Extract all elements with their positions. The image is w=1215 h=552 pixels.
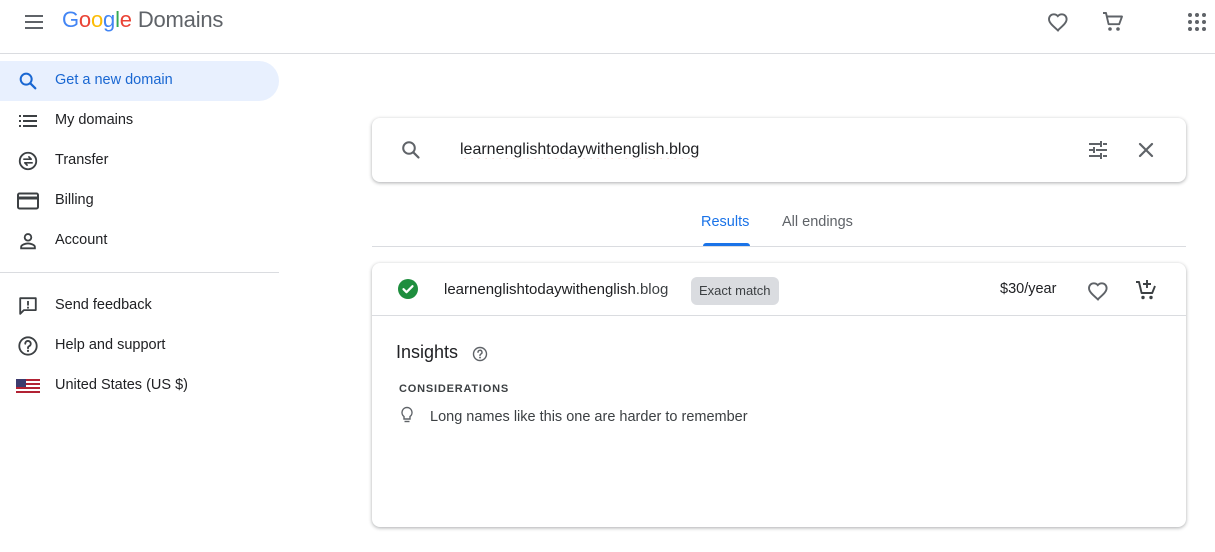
sidebar-item-label: Help and support	[55, 337, 166, 353]
sidebar-item-billing[interactable]: Billing	[0, 181, 279, 221]
favorites-button[interactable]	[1044, 8, 1072, 36]
domain-search-box	[372, 118, 1186, 182]
main-menu-button[interactable]	[20, 8, 50, 36]
sidebar-item-transfer[interactable]: Transfer	[0, 141, 279, 181]
active-tab-indicator	[703, 243, 750, 246]
lightbulb-icon	[399, 406, 415, 424]
insights-help-icon[interactable]	[472, 346, 488, 362]
add-to-favorites-heart-icon[interactable]	[1086, 279, 1110, 303]
person-icon	[16, 229, 40, 253]
sidebar-item-get-new-domain[interactable]: Get a new domain	[0, 61, 279, 101]
clear-search-icon[interactable]	[1134, 138, 1158, 162]
app-header: Google Domains	[0, 0, 1215, 54]
hamburger-menu-icon	[25, 15, 43, 29]
sidebar-item-label: My domains	[55, 112, 134, 128]
credit-card-icon	[16, 189, 40, 213]
us-flag-icon	[16, 374, 40, 398]
available-check-icon	[398, 279, 418, 299]
tab-all-endings[interactable]: All endings	[782, 214, 853, 230]
considerations-label: CONSIDERATIONS	[399, 383, 510, 395]
filter-tune-icon[interactable]	[1086, 138, 1110, 162]
domain-second-level: learnenglishtodaywithenglish	[444, 281, 636, 298]
list-icon	[16, 109, 40, 133]
search-icon	[399, 138, 423, 162]
sidebar-item-label: Account	[55, 232, 108, 248]
add-to-cart-icon[interactable]	[1134, 278, 1158, 302]
sidebar-item-send-feedback[interactable]: Send feedback	[0, 286, 279, 326]
heart-outline-icon	[1048, 13, 1068, 32]
exact-match-badge: Exact match	[691, 277, 779, 305]
search-icon	[16, 69, 40, 93]
transfer-icon	[16, 149, 40, 173]
help-icon	[16, 334, 40, 358]
sidebar-item-account[interactable]: Account	[0, 221, 279, 261]
sidebar-item-label: Billing	[55, 192, 94, 208]
sidebar-item-label: Transfer	[55, 152, 109, 168]
sidebar-item-country-currency[interactable]: United States (US $)	[0, 366, 279, 406]
domain-search-input[interactable]	[460, 138, 1060, 162]
domain-name: learnenglishtodaywithenglish.blog	[444, 281, 668, 298]
apps-button[interactable]	[1183, 8, 1211, 36]
results-tabs: Results All endings	[372, 200, 1186, 247]
domain-price: $30/year	[1000, 281, 1057, 297]
google-domains-logo[interactable]: Google Domains	[62, 7, 223, 33]
consideration-item: Long names like this one are harder to r…	[430, 409, 748, 425]
cart-button[interactable]	[1099, 8, 1127, 36]
sidebar-item-label: Get a new domain	[55, 72, 173, 88]
sidebar-divider	[0, 272, 279, 273]
shopping-cart-icon	[1103, 12, 1123, 31]
sidebar-item-label: United States (US $)	[55, 377, 188, 393]
sidebar-item-help-support[interactable]: Help and support	[0, 326, 279, 366]
sidebar-item-my-domains[interactable]: My domains	[0, 101, 279, 141]
feedback-icon	[16, 294, 40, 318]
sidebar-item-label: Send feedback	[55, 297, 152, 313]
domain-tld: .blog	[635, 281, 669, 298]
product-name: Domains	[137, 7, 224, 32]
domain-result-row[interactable]: learnenglishtodaywithenglish.blog Exact …	[372, 263, 1186, 316]
domain-result-card: learnenglishtodaywithenglish.blog Exact …	[372, 263, 1186, 527]
tab-results[interactable]: Results	[701, 214, 749, 230]
insights-heading: Insights	[396, 342, 459, 362]
sidebar-nav: Get a new domain My domains Transfer Bil…	[0, 54, 280, 552]
apps-grid-icon	[1188, 13, 1206, 31]
